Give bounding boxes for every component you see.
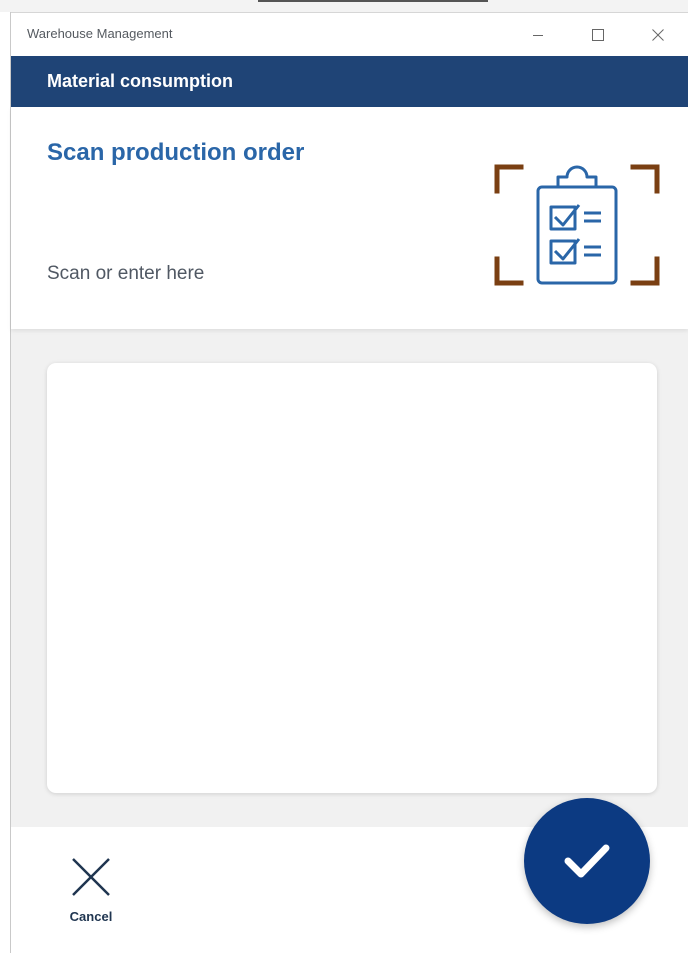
scan-prompt-title: Scan production order xyxy=(47,139,305,166)
scan-panel: Scan production order xyxy=(11,107,688,329)
minimize-icon xyxy=(533,34,543,36)
page-header: Material consumption xyxy=(11,56,688,107)
desktop-background xyxy=(0,0,688,13)
cancel-button[interactable]: Cancel xyxy=(51,853,131,933)
scan-input[interactable] xyxy=(47,263,447,285)
page-title: Material consumption xyxy=(47,71,234,91)
maximize-button[interactable] xyxy=(575,13,621,56)
results-card xyxy=(47,363,657,793)
clipboard-checklist-scan-icon xyxy=(494,164,660,286)
close-icon xyxy=(72,858,110,896)
close-window-icon xyxy=(652,28,664,41)
cancel-label: Cancel xyxy=(69,909,113,924)
maximize-icon xyxy=(592,28,604,41)
confirm-button[interactable] xyxy=(524,798,650,924)
close-window-button[interactable] xyxy=(635,13,681,56)
desktop-strip xyxy=(258,0,488,2)
app-window: Warehouse Management Material consumptio… xyxy=(11,13,688,953)
minimize-button[interactable] xyxy=(515,13,561,56)
window-title: Warehouse Management xyxy=(27,26,173,41)
desktop-edge xyxy=(0,12,11,953)
checkmark-icon xyxy=(564,844,610,878)
title-bar: Warehouse Management xyxy=(11,13,688,56)
content-area xyxy=(11,329,688,827)
